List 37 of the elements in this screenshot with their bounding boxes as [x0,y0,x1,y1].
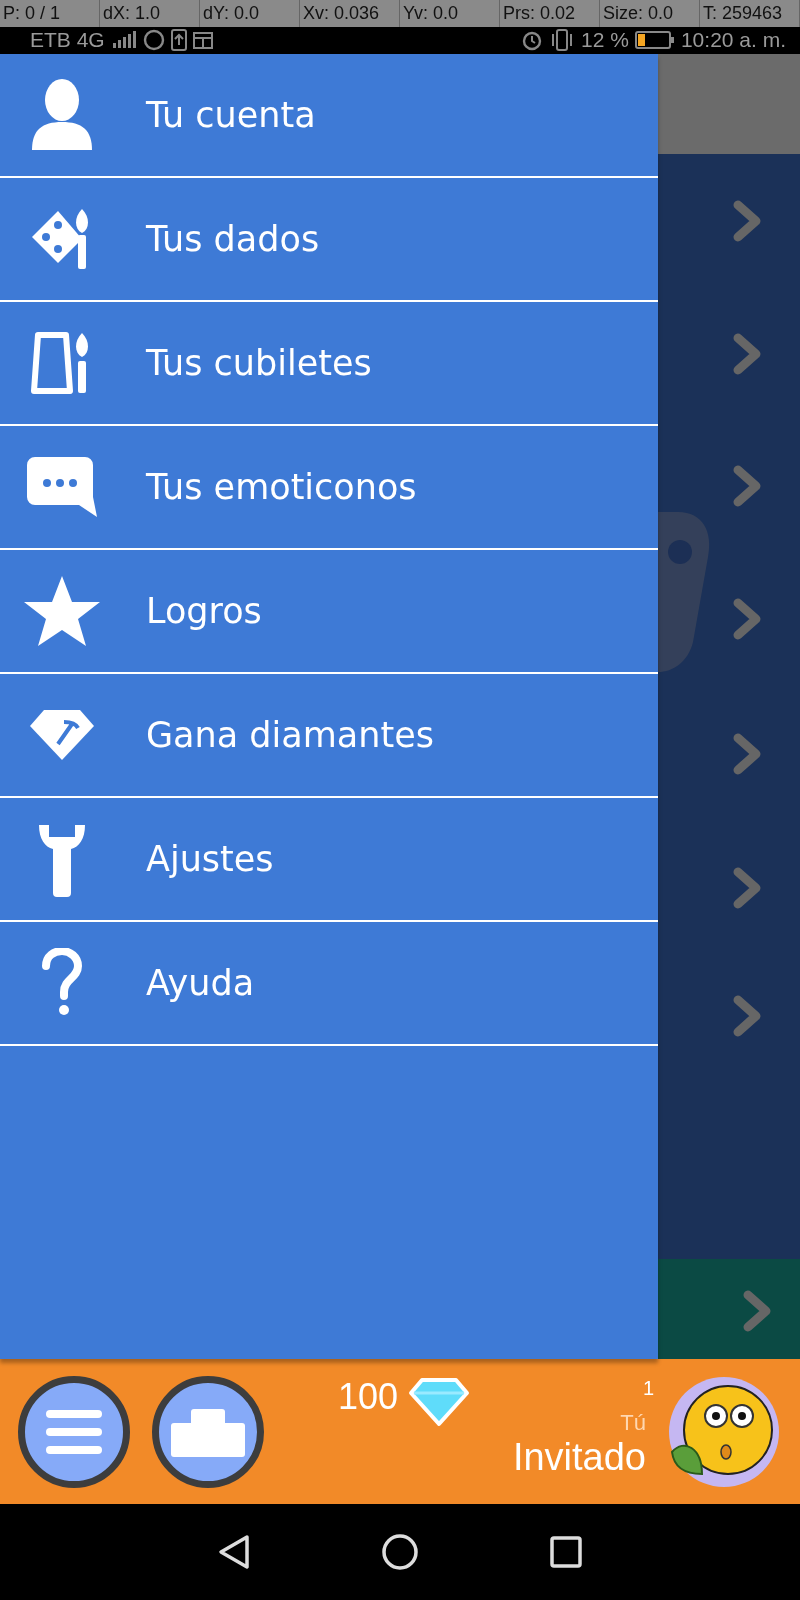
you-label: Tú [620,1410,646,1437]
alarm-icon [521,29,544,52]
emoji-avatar[interactable] [668,1375,780,1488]
menu-item[interactable]: Gana diamantes [0,673,658,798]
upload-icon [170,29,187,52]
menu-item[interactable]: Tus cubiletes [0,301,658,426]
diamond-icon [408,1377,471,1428]
chevron-icon [742,1288,772,1333]
chevron-icon [732,993,762,1038]
menu-item[interactable]: Tu cuenta [0,53,658,178]
chevron-icon [732,331,762,376]
menu-item[interactable]: Tus dados [0,177,658,302]
chevron-icon [732,596,762,641]
chevron-icon [732,865,762,910]
carrier-text: ETB 4G [30,28,105,53]
chevron-icon [732,731,762,776]
home-icon[interactable] [381,1533,419,1572]
diamond-pickaxe-icon [28,707,96,762]
rank-number: 1 [642,1377,654,1401]
clock-text: 10:20 a. m. [680,28,786,53]
menu-item[interactable]: Tus emoticonos [0,425,658,550]
menu-item[interactable]: Ajustes [0,797,658,922]
diamond-count: 100 [338,1377,399,1418]
recents-icon[interactable] [549,1535,583,1570]
battery-icon [634,30,675,51]
person-icon [30,77,94,152]
player-name: Invitado [512,1436,646,1480]
menu-item[interactable]: Ayuda [0,921,658,1046]
battery-percent: 12 % [581,28,629,53]
chevron-icon [732,198,762,243]
signal-icon [110,31,137,50]
calendar-icon [192,30,213,51]
back-icon[interactable] [217,1534,251,1571]
menu-item[interactable]: Logros [0,549,658,674]
question-mark-icon [40,947,84,1018]
podium-icon [171,1406,245,1457]
chevron-icon [732,463,762,508]
